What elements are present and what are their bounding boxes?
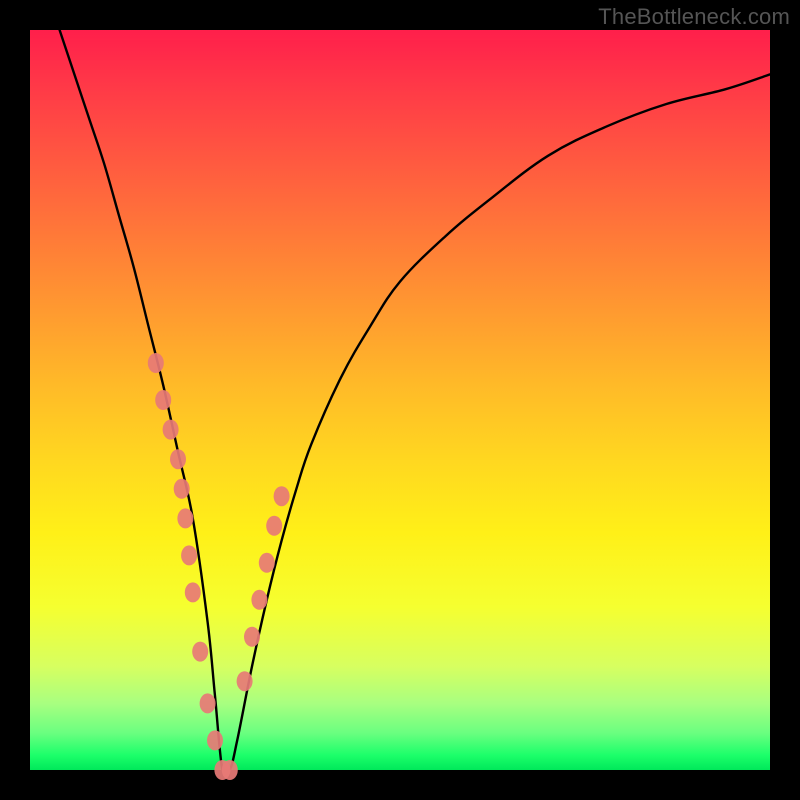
- chart-frame: TheBottleneck.com: [0, 0, 800, 800]
- curve-marker: [237, 671, 253, 691]
- curve-marker: [222, 760, 238, 780]
- curve-marker: [185, 582, 201, 602]
- curve-marker: [274, 486, 290, 506]
- curve-marker: [155, 390, 171, 410]
- markers-right: [237, 486, 290, 691]
- curve-marker: [251, 590, 267, 610]
- curve-marker: [266, 516, 282, 536]
- curve-marker: [148, 353, 164, 373]
- curve-marker: [200, 693, 216, 713]
- markers-left: [148, 353, 238, 780]
- curve-marker: [177, 508, 193, 528]
- curve-marker: [174, 479, 190, 499]
- curve-marker: [259, 553, 275, 573]
- curve-marker: [181, 545, 197, 565]
- curve-marker: [163, 420, 179, 440]
- watermark-text: TheBottleneck.com: [598, 4, 790, 30]
- plot-area: [30, 30, 770, 770]
- curve-marker: [192, 642, 208, 662]
- curve-marker: [170, 449, 186, 469]
- curve-layer: [30, 30, 770, 770]
- curve-marker: [207, 730, 223, 750]
- curve-marker: [244, 627, 260, 647]
